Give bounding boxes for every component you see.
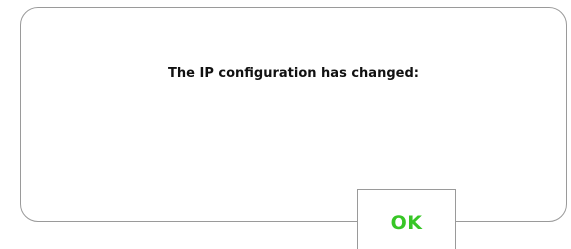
dialog-message: The IP configuration has changed: (168, 66, 419, 81)
ok-button-label: OK (390, 211, 423, 234)
ip-config-dialog: The IP configuration has changed: (20, 7, 567, 222)
ok-button[interactable]: OK (357, 189, 456, 249)
